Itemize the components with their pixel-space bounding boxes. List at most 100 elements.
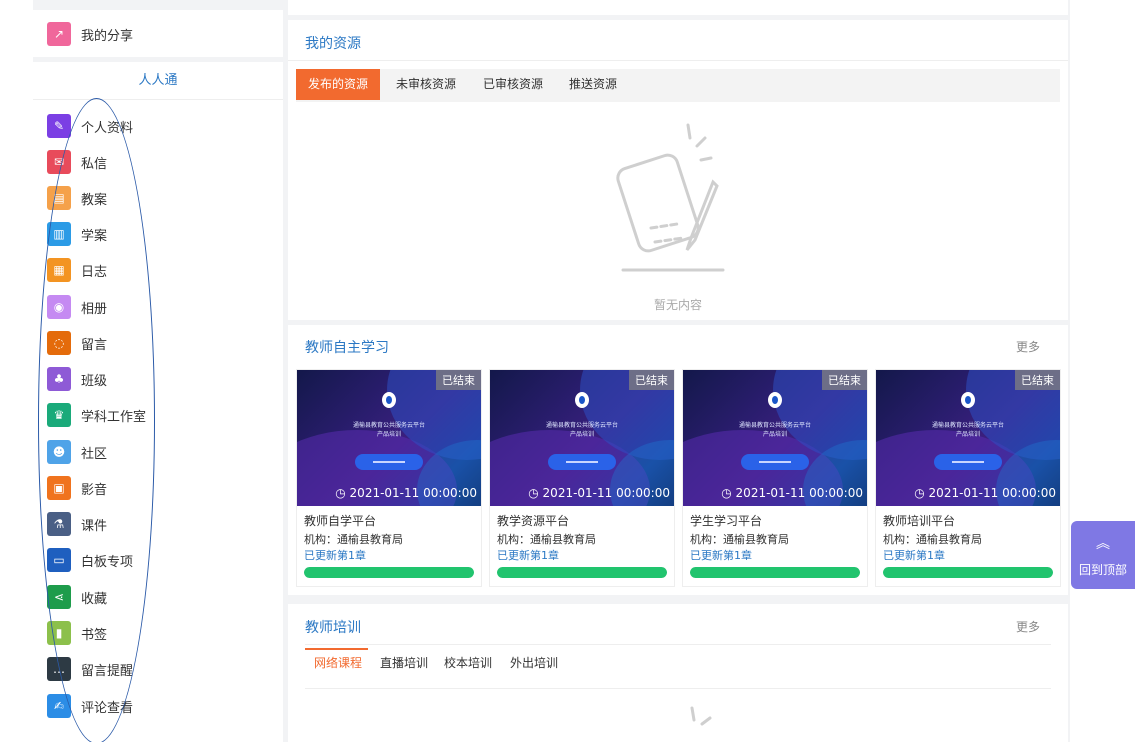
tab-published-resources[interactable]: 发布的资源 (296, 69, 381, 100)
more-link-self-study[interactable]: 更多 (1016, 338, 1040, 355)
course-org: 机构：通榆县教育局 (497, 533, 596, 546)
course-thumbnail[interactable]: 已结束 通榆县教育公共服务云平台 产品培训 ◷ 2021-01-11 00:00:00 (297, 370, 481, 506)
my-resources-panel: 我的资源 发布的资源 未审核资源 已审核资源 推送资源 暂无内容 (288, 20, 1068, 320)
sidebar-item-label: 学案 (81, 228, 108, 244)
course-update: 已更新第1章 (690, 549, 752, 562)
back-to-top-button[interactable]: ︽ 回到顶部 (1071, 521, 1135, 589)
sidebar-item[interactable]: ▮ 书签 (47, 621, 107, 645)
my-share-card[interactable]: ↗ 我的分享 (33, 10, 283, 57)
thumbnail-line-2: 产品培训 (762, 431, 787, 438)
course-name[interactable]: 教学资源平台 (497, 512, 569, 529)
course-update: 已更新第1章 (304, 549, 366, 562)
course-time: ◷ 2021-01-11 00:00:00 (335, 486, 477, 500)
sidebar-item[interactable]: ▦ 日志 (47, 258, 107, 282)
course-progress-bar (304, 567, 474, 578)
course-progress-bar (883, 567, 1053, 578)
course-thumbnail[interactable]: 已结束 通榆县教育公共服务云平台 产品培训 ◷ 2021-01-11 00:00:00 (876, 370, 1060, 506)
course-name[interactable]: 教师自学平台 (304, 512, 376, 529)
sidebar-item[interactable]: ✎ 个人资料 (47, 114, 133, 138)
resources-tab-bar: 发布的资源 未审核资源 已审核资源 推送资源 (296, 69, 1060, 102)
course-progress-fill (497, 567, 667, 578)
book-plan-icon: ▤ (47, 186, 71, 210)
status-badge: 已结束 (436, 370, 481, 390)
comment-edit-icon: ✍ (47, 694, 71, 718)
sidebar-item[interactable]: ◉ 相册 (47, 295, 107, 319)
platform-logo-icon (961, 392, 975, 408)
tab-school-training[interactable]: 校本培训 (444, 654, 492, 671)
tab-online-courses[interactable]: 网络课程 (314, 654, 362, 671)
sidebar-item[interactable]: ✉ 私信 (47, 150, 107, 174)
section-title-training: 教师培训 (305, 620, 361, 636)
active-tab-indicator (305, 648, 368, 650)
sidebar-item-label: 社区 (81, 446, 108, 462)
journal-icon: ▦ (47, 258, 71, 282)
course-time-text: 2021-01-11 00:00:00 (735, 486, 863, 500)
trophy-icon: ♛ (47, 403, 71, 427)
thumbnail-line-2: 产品培训 (955, 431, 980, 438)
sidebar-item-label: 影音 (81, 482, 108, 498)
mail-icon: ✉ (47, 150, 71, 174)
sidebar-item[interactable]: ▥ 学案 (47, 222, 107, 246)
course-card[interactable]: 已结束 通榆县教育公共服务云平台 产品培训 ◷ 2021-01-11 00:00:00… (875, 369, 1061, 587)
film-icon: ▣ (47, 476, 71, 500)
course-card[interactable]: 已结束 通榆县教育公共服务云平台 产品培训 ◷ 2021-01-11 00:00:00… (296, 369, 482, 587)
thumbnail-line-1: 通榆县教育公共服务云平台 (352, 422, 425, 429)
sidebar-item-label: 收藏 (81, 591, 108, 607)
thumbnail-pill-button (548, 454, 616, 470)
thumbnail-line-2: 产品培训 (569, 431, 594, 438)
sidebar-item-label: 私信 (81, 156, 108, 172)
thumbnail-pill-button (934, 454, 1002, 470)
open-book-icon: ▥ (47, 222, 71, 246)
my-share-item[interactable]: ↗ 我的分享 (47, 22, 133, 46)
sidebar-item[interactable]: ☻ 社区 (47, 440, 107, 464)
platform-logo-icon (768, 392, 782, 408)
course-card[interactable]: 已结束 通榆县教育公共服务云平台 产品培训 ◷ 2021-01-11 00:00:00… (682, 369, 868, 587)
sidebar-title: 人人通 (33, 62, 283, 100)
sidebar-item-label: 日志 (81, 264, 108, 280)
tab-external-training[interactable]: 外出培训 (510, 654, 558, 671)
sidebar-item[interactable]: ▭ 白板专项 (47, 548, 133, 572)
tab-pushed-resources[interactable]: 推送资源 (557, 69, 629, 100)
tab-unreviewed-resources[interactable]: 未审核资源 (384, 69, 468, 100)
sidebar-item[interactable]: ⚗ 课件 (47, 512, 107, 536)
sidebar-item[interactable]: ▤ 教案 (47, 186, 107, 210)
course-card[interactable]: 已结束 通榆县教育公共服务云平台 产品培训 ◷ 2021-01-11 00:00:00… (489, 369, 675, 587)
share-icon: ↗ (47, 22, 71, 46)
sidebar-item-label: 教案 (81, 192, 108, 208)
section-title-self-study: 教师自主学习 (305, 340, 389, 356)
users-icon: ☻ (47, 440, 71, 464)
sidebar-item[interactable]: … 留言提醒 (47, 657, 133, 681)
sidebar-item-label: 评论查看 (81, 700, 134, 716)
platform-logo-icon (382, 392, 396, 408)
more-link-training[interactable]: 更多 (1016, 618, 1040, 635)
course-update: 已更新第1章 (497, 549, 559, 562)
sidebar-item-label: 学科工作室 (81, 409, 147, 425)
sidebar-item-label: 留言提醒 (81, 663, 134, 679)
share-nodes-icon: ⋖ (47, 585, 71, 609)
course-name[interactable]: 教师培训平台 (883, 512, 955, 529)
sidebar-item-label: 白板专项 (81, 554, 134, 570)
tab-live-training[interactable]: 直播培训 (380, 654, 428, 671)
sidebar-item[interactable]: ✍ 评论查看 (47, 694, 133, 718)
flask-icon: ⚗ (47, 512, 71, 536)
tab-reviewed-resources[interactable]: 已审核资源 (471, 69, 555, 100)
sidebar-item[interactable]: ▣ 影音 (47, 476, 107, 500)
course-thumbnail[interactable]: 已结束 通榆县教育公共服务云平台 产品培训 ◷ 2021-01-11 00:00:00 (490, 370, 674, 506)
main-top-card (288, 0, 1068, 15)
thumbnail-pill-button (741, 454, 809, 470)
sidebar-item-label: 班级 (81, 373, 108, 389)
course-progress-bar (690, 567, 860, 578)
loading-icon (690, 706, 712, 726)
sidebar-item[interactable]: ♣ 班级 (47, 367, 107, 391)
divider (305, 644, 1051, 645)
sidebar-item[interactable]: ⋖ 收藏 (47, 585, 107, 609)
sidebar-item[interactable]: ♛ 学科工作室 (47, 403, 146, 427)
sidebar-item[interactable]: ◌ 留言 (47, 331, 107, 355)
course-thumbnail[interactable]: 已结束 通榆县教育公共服务云平台 产品培训 ◷ 2021-01-11 00:00:00 (683, 370, 867, 506)
teacher-training-panel: 教师培训 更多 网络课程 直播培训 校本培训 外出培训 (288, 604, 1068, 742)
thumbnail-line-1: 通榆县教育公共服务云平台 (931, 422, 1004, 429)
course-name[interactable]: 学生学习平台 (690, 512, 762, 529)
course-org: 机构：通榆县教育局 (304, 533, 403, 546)
clock-icon: ◷ (528, 486, 543, 500)
clock-icon: ◷ (721, 486, 736, 500)
